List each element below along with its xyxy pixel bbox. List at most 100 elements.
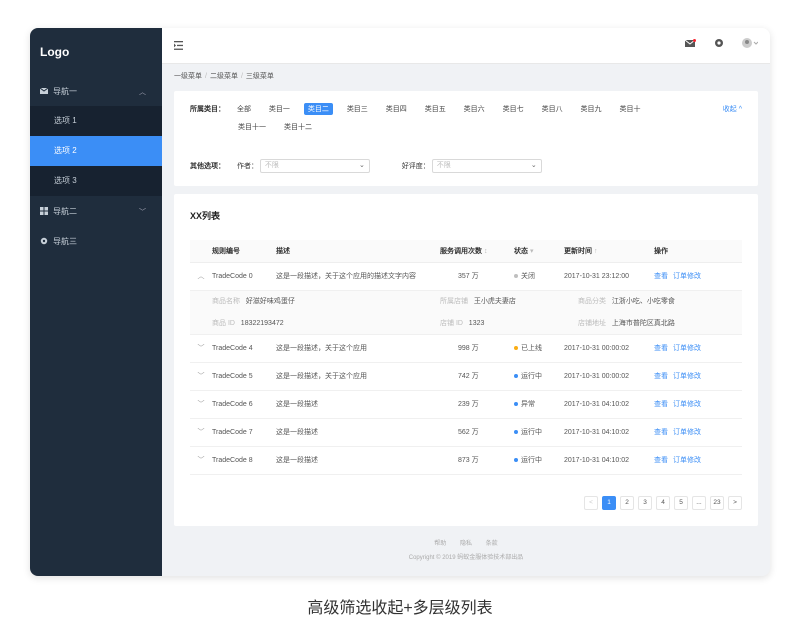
page-button[interactable]: 23: [710, 496, 724, 510]
sidebar-item-option2[interactable]: 选项 2: [30, 136, 162, 166]
sidebar-item-option1[interactable]: 选项 1: [30, 106, 162, 136]
sidebar-item-option3[interactable]: 选项 3: [30, 166, 162, 196]
category-tag[interactable]: 类目三: [343, 103, 372, 115]
edit-order-link[interactable]: 订单修改: [673, 273, 701, 280]
page-button[interactable]: 4: [656, 496, 670, 510]
category-tag[interactable]: 类目十二: [280, 121, 316, 133]
breadcrumb-item[interactable]: 一级菜单: [174, 73, 202, 80]
page-caption: 高级筛选收起+多层级列表: [307, 600, 493, 617]
view-link[interactable]: 查看: [654, 273, 668, 280]
description: 这是一段描述: [276, 446, 440, 475]
column-header: 操作: [654, 240, 742, 263]
update-time: 2017-10-31 04:10:02: [564, 446, 654, 475]
edit-order-link[interactable]: 订单修改: [673, 345, 701, 352]
category-tag[interactable]: 类目四: [382, 103, 411, 115]
view-link[interactable]: 查看: [654, 345, 668, 352]
detail-cell: 店铺地址 上海市普陀区真北路: [564, 312, 742, 335]
logo: Logo: [40, 45, 70, 59]
notification-mail-icon[interactable]: [685, 38, 696, 48]
view-link[interactable]: 查看: [654, 429, 668, 436]
expand-toggle-icon[interactable]: ﹀: [190, 418, 212, 447]
breadcrumb-item: 三级菜单: [245, 73, 274, 80]
status-dot: [514, 402, 518, 407]
gear-icon: [40, 237, 48, 245]
status: 运行中: [514, 362, 564, 391]
edit-order-link[interactable]: 订单修改: [673, 373, 701, 380]
footer-link-help[interactable]: 帮助: [434, 541, 446, 547]
rating-label: 好评度：: [401, 162, 430, 170]
description: 这是一段描述: [276, 390, 440, 419]
expand-toggle-icon[interactable]: ﹀: [190, 362, 212, 391]
view-link[interactable]: 查看: [654, 373, 668, 380]
category-tag[interactable]: 类目七: [499, 103, 528, 115]
description: 这是一段描述，关于这个应用: [276, 362, 440, 391]
table-row: ﹀ TradeCode 7 这是一段描述 562 万运行中 2017-10-31 04:…: [190, 418, 742, 447]
column-header-sortable[interactable]: 更新时间 ↑: [564, 240, 654, 263]
category-tag[interactable]: 类目九: [577, 103, 606, 115]
edit-order-link[interactable]: 订单修改: [673, 429, 701, 436]
menu-fold-icon[interactable]: [174, 41, 183, 50]
expand-toggle-icon[interactable]: ﹀: [190, 334, 212, 363]
actions: 查看 订单修改: [654, 390, 742, 419]
edit-order-link[interactable]: 订单修改: [673, 401, 701, 408]
category-tag[interactable]: 全部: [233, 103, 255, 115]
status: 已上线: [514, 334, 564, 363]
view-link[interactable]: 查看: [654, 457, 668, 464]
settings-icon[interactable]: [714, 38, 724, 48]
category-tag[interactable]: 类目十一: [234, 121, 270, 133]
sidebar-group-nav2[interactable]: 导航二 ﹀: [30, 196, 162, 226]
detail-cell: 商品分类 江浙小吃、小吃零食: [564, 290, 742, 312]
expanded-detail-row: 商品 ID 18322193472 店铺 ID 1323 店铺地址 上海市普陀区真北…: [190, 312, 742, 335]
status: 运行中: [514, 418, 564, 447]
footer-link-privacy[interactable]: 隐私: [460, 541, 472, 547]
update-time: 2017-10-31 04:10:02: [564, 390, 654, 419]
prev-page-button[interactable]: <: [584, 496, 598, 510]
footer-link-terms[interactable]: 条款: [486, 541, 498, 547]
rule-code: TradeCode 6: [212, 390, 276, 419]
status-dot: [514, 346, 518, 351]
status: 异常: [514, 390, 564, 419]
copyright: Copyright © 2019 蚂蚁金服体验技术部出品: [408, 555, 524, 561]
detail-cell: 所属店铺 王小虎夫妻店: [440, 290, 564, 312]
column-header-sortable[interactable]: 服务调用次数 ↕: [440, 240, 514, 263]
breadcrumb-item[interactable]: 二级菜单: [210, 73, 238, 80]
avatar[interactable]: [742, 38, 758, 48]
edit-order-link[interactable]: 订单修改: [673, 457, 701, 464]
status: 关闭: [514, 262, 564, 291]
description: 这是一段描述: [276, 418, 440, 447]
page-button[interactable]: 5: [674, 496, 688, 510]
sidebar-group-label: 导航三: [53, 236, 77, 246]
column-header-filter[interactable]: 状态 ▾: [514, 240, 564, 263]
page-button[interactable]: 1: [602, 496, 616, 510]
actions: 查看 订单修改: [654, 334, 742, 363]
view-link[interactable]: 查看: [654, 401, 668, 408]
chevron-down-icon: ⌄: [359, 162, 365, 169]
category-tag[interactable]: 类目八: [538, 103, 567, 115]
filter-card: 所属类目： 全部 类目一 类目二 类目三 类目四 类目五 类目六 类目七 类目八…: [174, 91, 758, 186]
page-button[interactable]: 3: [638, 496, 652, 510]
category-tag-selected[interactable]: 类目二: [303, 103, 333, 115]
call-count: 239 万: [440, 390, 514, 419]
category-tag[interactable]: 类目十: [615, 103, 644, 115]
next-page-button[interactable]: >: [728, 496, 742, 510]
app-window: Logo 导航一 ︿ 选项 1 选项 2 选项 3 导航二 ﹀ 导航三 一级菜单…: [30, 28, 770, 576]
expand-toggle-icon[interactable]: ︿: [190, 262, 212, 291]
sidebar-group-nav1[interactable]: 导航一 ︿: [30, 76, 162, 106]
page-button[interactable]: 2: [620, 496, 634, 510]
category-tag[interactable]: 类目六: [460, 103, 489, 115]
rating-select[interactable]: 不限 ⌄: [431, 159, 542, 173]
category-tag[interactable]: 类目五: [421, 103, 450, 115]
status-dot: [514, 274, 518, 279]
rating-select-value: 不限: [436, 162, 451, 169]
page-ellipsis: ...: [692, 496, 706, 510]
actions: 查看 订单修改: [654, 446, 742, 475]
sidebar-group-nav3[interactable]: 导航三: [30, 226, 162, 256]
expand-toggle-icon[interactable]: ﹀: [190, 446, 212, 475]
expand-toggle-icon[interactable]: ﹀: [190, 390, 212, 419]
update-time: 2017-10-31 23:12:00: [564, 262, 654, 291]
author-select[interactable]: 不限 ⌄: [259, 159, 370, 173]
column-header: 规则编号: [212, 240, 276, 263]
collapse-toggle[interactable]: 收起 ^: [723, 104, 742, 114]
sidebar: Logo 导航一 ︿ 选项 1 选项 2 选项 3 导航二 ﹀ 导航三: [30, 28, 162, 576]
category-tag[interactable]: 类目一: [265, 103, 294, 115]
